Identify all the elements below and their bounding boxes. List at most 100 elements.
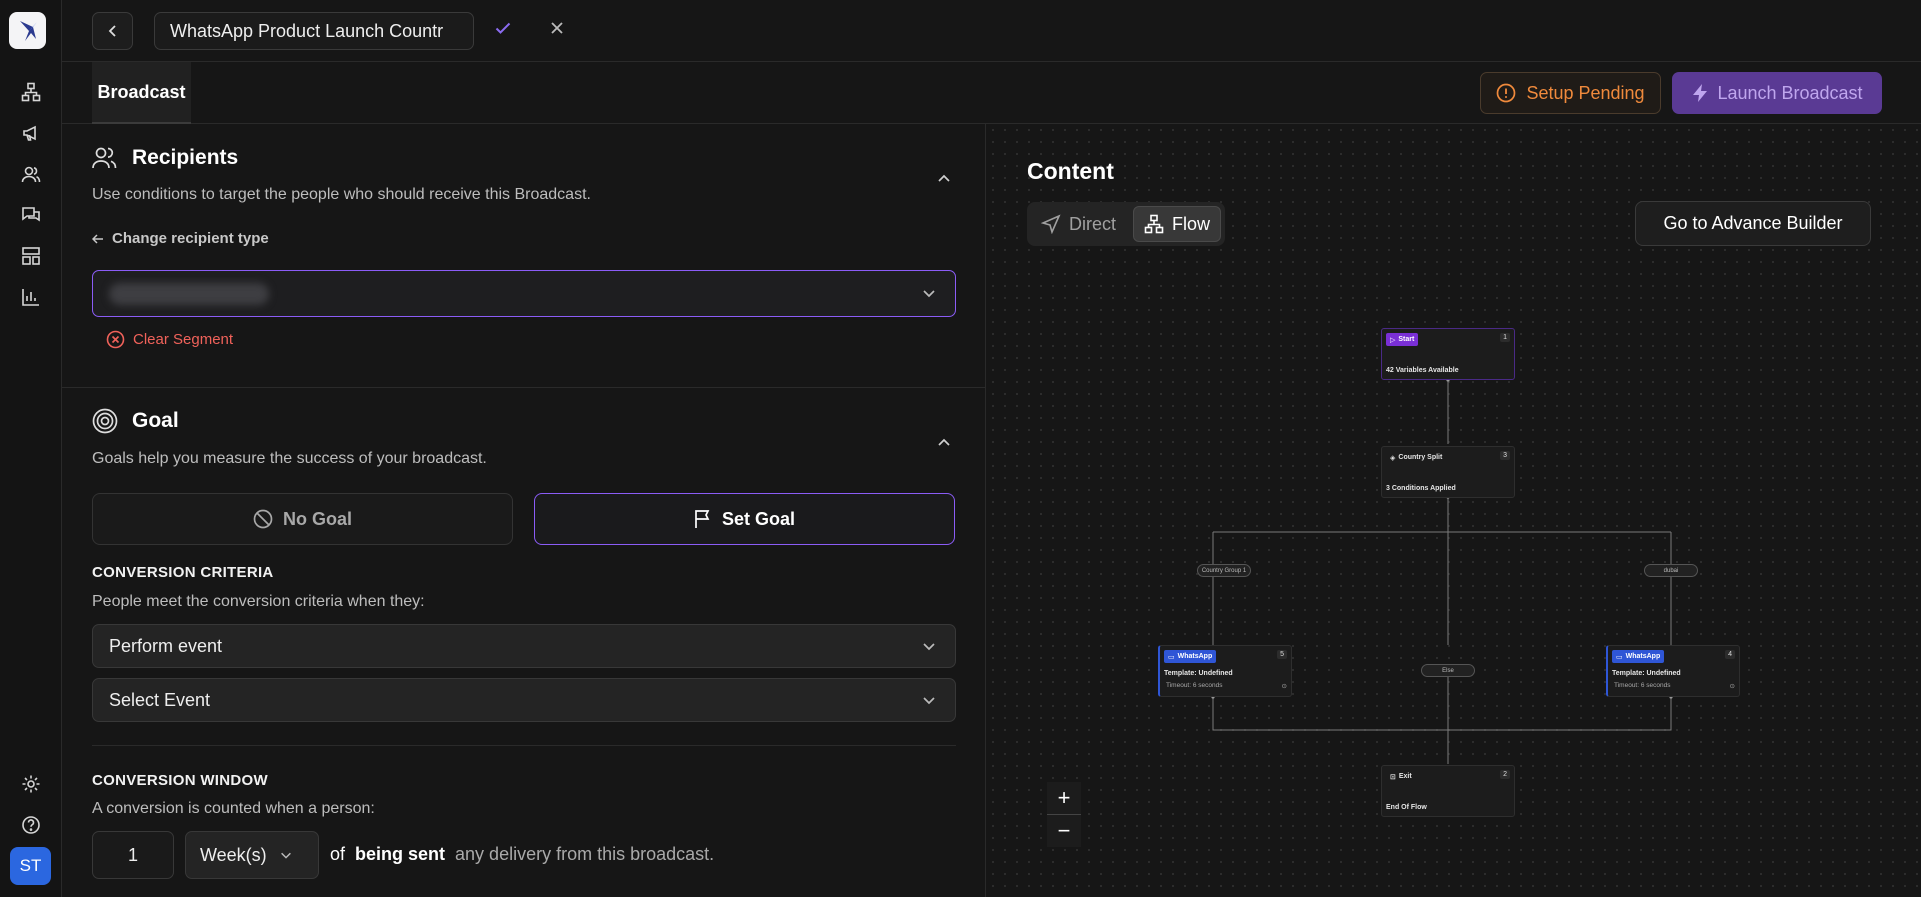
- whatsapp-label: WhatsApp: [1177, 653, 1213, 660]
- perform-event-select[interactable]: Perform event: [92, 624, 956, 668]
- timeout-label: Timeout: 6 seconds: [1166, 682, 1223, 689]
- layout-icon[interactable]: [19, 244, 43, 268]
- setup-pending-label: Setup Pending: [1526, 82, 1645, 103]
- branch-country-group-label[interactable]: Country Group 1: [1197, 564, 1251, 577]
- close-icon[interactable]: [548, 19, 566, 42]
- chart-icon[interactable]: [19, 285, 43, 309]
- select-event-placeholder: Select Event: [109, 689, 211, 710]
- setup-pending-button[interactable]: Setup Pending: [1480, 72, 1661, 114]
- being-sent-label[interactable]: being sent: [355, 844, 445, 865]
- brand-logo[interactable]: [9, 12, 46, 49]
- goal-title: Goal: [132, 409, 179, 432]
- exit-badge: ⊡ Exit: [1386, 770, 1416, 783]
- node-number: 5: [1277, 650, 1287, 659]
- no-goal-button[interactable]: No Goal: [92, 493, 513, 545]
- subsection-divider: [92, 745, 956, 746]
- node-footer: Timeout: 6 seconds ⊙: [1612, 682, 1735, 690]
- chevron-down-icon: [923, 643, 935, 651]
- exit-icon: ⊡: [1390, 773, 1396, 781]
- select-event-select[interactable]: Select Event: [92, 678, 956, 722]
- flow-node-exit[interactable]: ⊡ Exit 2 End Of Flow: [1381, 765, 1515, 817]
- branch-dubai-label[interactable]: dubai: [1644, 564, 1698, 577]
- zoom-in-button[interactable]: +: [1047, 782, 1081, 814]
- set-goal-button[interactable]: Set Goal: [534, 493, 955, 545]
- check-icon[interactable]: [494, 19, 512, 42]
- conversion-criteria-title: CONVERSION CRITERIA: [92, 564, 274, 581]
- branch-else-label[interactable]: Else: [1421, 664, 1475, 677]
- launch-broadcast-button[interactable]: Launch Broadcast: [1672, 72, 1882, 114]
- conversion-window-title: CONVERSION WINDOW: [92, 772, 268, 789]
- goal-header[interactable]: Goal: [92, 408, 179, 434]
- launch-broadcast-label: Launch Broadcast: [1717, 82, 1863, 103]
- top-bar: [62, 0, 1921, 62]
- zoom-out-button[interactable]: −: [1047, 815, 1081, 847]
- node-subtitle: Template: Undefined: [1612, 670, 1681, 677]
- chevron-down-icon: [923, 697, 935, 705]
- recipients-header[interactable]: Recipients: [92, 146, 238, 170]
- node-subtitle: 3 Conditions Applied: [1386, 485, 1456, 492]
- broadcast-name-input[interactable]: [154, 12, 474, 50]
- set-goal-label: Set Goal: [721, 508, 796, 529]
- split-badge: ◈ Country Split: [1386, 451, 1446, 464]
- node-number: 4: [1725, 650, 1735, 659]
- node-number: 3: [1500, 451, 1510, 460]
- chevron-down-icon: [923, 290, 935, 298]
- split-icon: ◈: [1390, 454, 1396, 462]
- chevron-left-icon: [108, 25, 116, 37]
- x-circle-icon: [106, 330, 125, 349]
- whatsapp-badge: ▭ WhatsApp: [1612, 650, 1665, 663]
- node-footer: Timeout: 6 seconds ⊙: [1164, 682, 1287, 690]
- recipients-description: Use conditions to target the people who …: [92, 186, 591, 203]
- gear-icon[interactable]: [19, 772, 43, 796]
- recipients-section: Recipients Use conditions to target the …: [62, 124, 985, 388]
- megaphone-icon[interactable]: [19, 121, 43, 145]
- play-icon: ▷: [1390, 336, 1396, 344]
- message-icon: ▭: [1168, 653, 1175, 661]
- collapse-recipients-button[interactable]: [936, 170, 952, 191]
- clear-segment-button[interactable]: Clear Segment: [106, 330, 233, 349]
- window-value-input[interactable]: 1: [92, 831, 174, 879]
- lightning-icon: [1693, 84, 1708, 102]
- chat-icon[interactable]: [19, 203, 43, 227]
- node-number: 2: [1500, 770, 1510, 779]
- flow-node-country-split[interactable]: ◈ Country Split 3 3 Conditions Applied: [1381, 446, 1515, 498]
- start-badge: ▷ Start: [1386, 333, 1419, 346]
- warning-circle-icon: [1497, 83, 1516, 103]
- perform-event-value: Perform event: [109, 635, 223, 656]
- change-recipient-type-label: Change recipient type: [112, 230, 269, 247]
- flow-node-whatsapp-left[interactable]: ▭ WhatsApp 5 Template: Undefined Timeout:…: [1158, 645, 1292, 697]
- node-subtitle: 42 Variables Available: [1386, 367, 1459, 374]
- no-goal-label: No Goal: [282, 508, 352, 529]
- content-panel: Content Direct Flow Go to Advance Builde…: [987, 124, 1921, 897]
- flow-icon[interactable]: [19, 80, 43, 104]
- avatar[interactable]: ST: [10, 847, 51, 885]
- flag-icon: [695, 510, 710, 528]
- message-icon: ▭: [1616, 653, 1623, 661]
- exit-label: Exit: [1398, 773, 1412, 780]
- chevron-up-icon: [938, 438, 950, 446]
- back-button[interactable]: [92, 12, 133, 50]
- flow-node-whatsapp-right[interactable]: ▭ WhatsApp 4 Template: Undefined Timeout:…: [1606, 645, 1740, 697]
- sub-bar: Broadcast Setup Pending Launch Broadcast: [62, 62, 1921, 124]
- conversion-window-description: A conversion is counted when a person:: [92, 800, 375, 817]
- goal-description: Goals help you measure the success of yo…: [92, 450, 487, 467]
- chevron-down-icon: [280, 852, 291, 859]
- collapse-goal-button[interactable]: [936, 434, 952, 455]
- info-icon: ⊙: [1729, 683, 1735, 690]
- info-icon: ⊙: [1281, 683, 1287, 690]
- help-icon[interactable]: [19, 813, 43, 837]
- start-label: Start: [1398, 336, 1415, 343]
- window-unit-select[interactable]: Week(s): [185, 831, 319, 879]
- clear-segment-label: Clear Segment: [133, 331, 234, 348]
- flow-node-start[interactable]: ▷ Start 1 42 Variables Available: [1381, 328, 1515, 380]
- tab-broadcast[interactable]: Broadcast: [92, 62, 191, 124]
- whatsapp-label: WhatsApp: [1625, 653, 1661, 660]
- node-subtitle: Template: Undefined: [1164, 670, 1233, 677]
- users-icon[interactable]: [19, 162, 43, 186]
- arrow-left-icon: [92, 233, 103, 244]
- segment-select[interactable]: [92, 270, 956, 317]
- change-recipient-type-link[interactable]: Change recipient type: [92, 230, 269, 247]
- app: ST Broadcast Setup Pending Launch Broadc…: [0, 0, 1921, 897]
- recipients-title: Recipients: [132, 146, 239, 169]
- node-subtitle: End Of Flow: [1386, 804, 1427, 811]
